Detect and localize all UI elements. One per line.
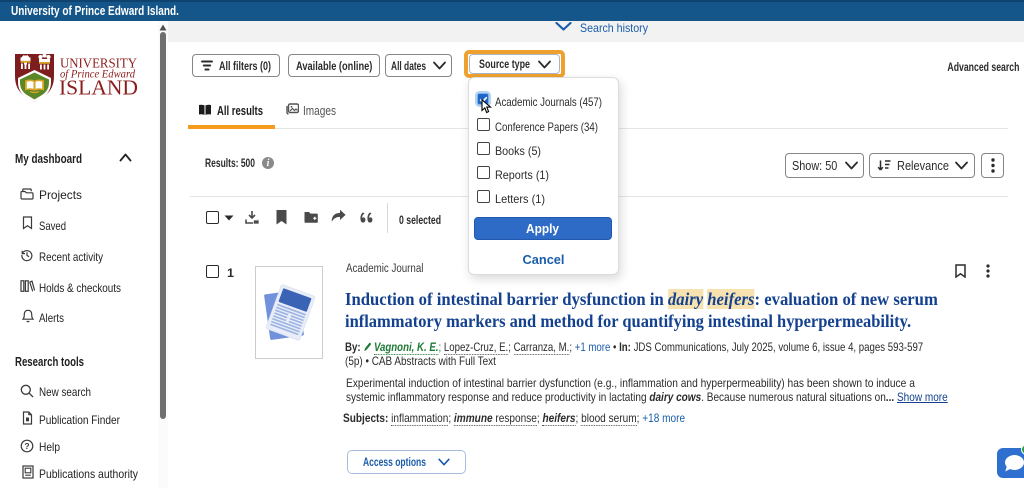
svg-text:ISLAND: ISLAND [59,76,138,100]
svg-text:?: ? [24,441,29,451]
